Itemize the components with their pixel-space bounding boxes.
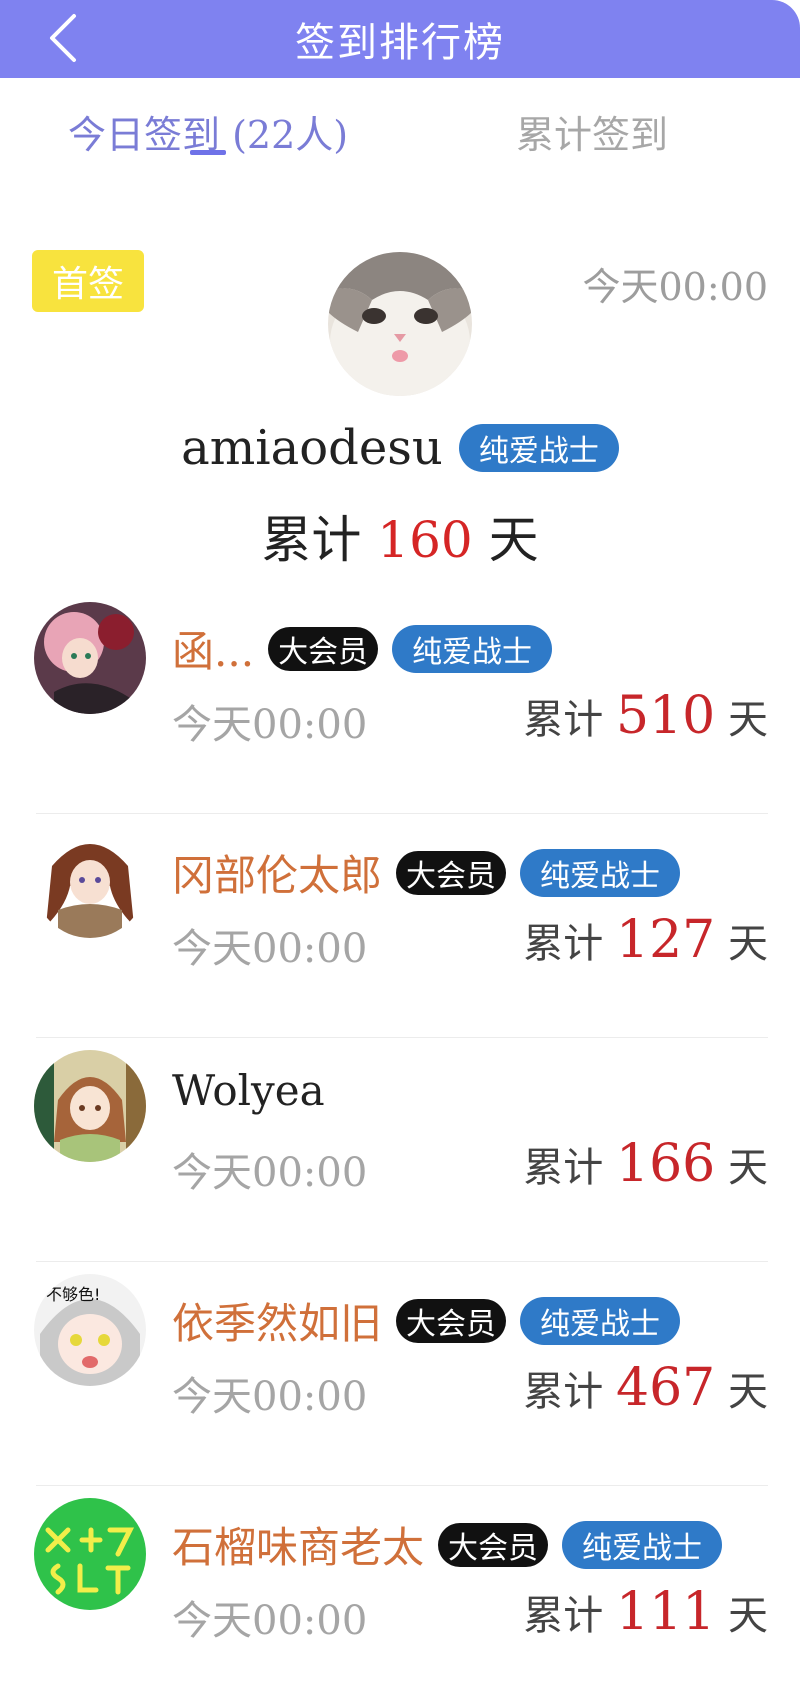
total-suffix: 天 [488,511,539,569]
total-days-value: 160 [377,511,473,569]
list-item[interactable]: 函... 大会员 纯爱战士 今天00:00 累计 510 天 [0,590,800,814]
title-tag: 纯爱战士 [392,624,553,673]
checkin-time: 今天00:00 [172,926,368,972]
avatar[interactable] [34,826,146,938]
anime-avatar-image [34,602,146,714]
list-item[interactable]: 不够色! 依季然如旧 大会员 纯爱战士 今天00:00 累计 467 天 [0,1262,800,1486]
total-suffix: 天 [728,921,768,967]
checkin-time: 今天00:00 [172,1374,368,1420]
total-prefix: 累计 [523,921,604,967]
avatar[interactable] [34,1498,146,1610]
user-name[interactable]: 冈部伦太郎 [172,842,382,903]
total-prefix: 累计 [523,697,604,743]
total-days-value: 111 [616,1582,716,1642]
top-user-name[interactable]: amiaodesu [181,420,443,476]
total-suffix: 天 [728,697,768,743]
total-days: 累计 467 天 [523,1358,768,1418]
checkin-time: 今天00:00 [172,1598,368,1644]
scribble-avatar-image [34,1498,146,1610]
vip-badge: 大会员 [438,1522,549,1567]
cat-avatar-image [328,252,472,396]
total-suffix: 天 [728,1145,768,1191]
title-tag: 纯爱战士 [458,424,619,472]
first-checkin-badge: 首签 [32,250,144,312]
total-days: 累计 510 天 [523,686,768,746]
total-prefix: 累计 [523,1369,604,1415]
vip-badge: 大会员 [396,1298,507,1343]
row-name-line: Wolyea [172,1066,325,1115]
list-item[interactable]: 冈部伦太郎 大会员 纯爱战士 今天00:00 累计 127 天 [0,814,800,1038]
total-days-value: 467 [616,1358,716,1418]
anime-avatar-image [34,826,146,938]
row-name-line: 函... 大会员 纯爱战士 [172,618,553,679]
checkin-time: 今天00:00 [172,702,368,748]
page-title: 签到排行榜 [295,20,505,66]
first-checkin-time: 今天00:00 [582,265,768,309]
vip-badge: 大会员 [268,626,379,671]
avatar[interactable] [34,1050,146,1162]
tab-total-checkin[interactable]: 累计签到 [516,104,668,159]
row-name-line: 石榴味商老太 大会员 纯爱战士 [172,1514,723,1575]
total-prefix: 累计 [523,1593,604,1639]
title-tag: 纯爱战士 [520,848,681,897]
user-name[interactable]: 函... [172,618,254,679]
list-item[interactable]: 石榴味商老太 大会员 纯爱战士 今天00:00 累计 111 天 [0,1486,800,1696]
tab-bar: 今日签到 (22人) 累计签到 [0,78,800,178]
back-arrow-icon[interactable] [44,10,84,66]
avatar[interactable]: 不够色! [34,1274,146,1386]
row-name-line: 冈部伦太郎 大会员 纯爱战士 [172,842,681,903]
total-prefix: 累计 [523,1145,604,1191]
vip-badge: 大会员 [396,850,507,895]
anime-avatar-image: 不够色! [34,1274,146,1386]
total-days-value: 127 [616,910,716,970]
top-user-name-row: amiaodesu 纯爱战士 [0,420,800,476]
total-days-value: 510 [616,686,716,746]
header-bar: 签到排行榜 [0,0,800,78]
total-days: 累计 166 天 [523,1134,768,1194]
avatar[interactable] [328,252,472,396]
checkin-time: 今天00:00 [172,1150,368,1196]
total-days: 累计 127 天 [523,910,768,970]
user-name[interactable]: Wolyea [172,1066,325,1115]
title-tag: 纯爱战士 [520,1296,681,1345]
checkin-list: 函... 大会员 纯爱战士 今天00:00 累计 510 天 冈部伦太郎 大会员 [0,590,800,1696]
active-tab-indicator [190,150,226,155]
user-name[interactable]: 依季然如旧 [172,1290,382,1351]
row-name-line: 依季然如旧 大会员 纯爱战士 [172,1290,681,1351]
avatar[interactable] [34,602,146,714]
total-prefix: 累计 [261,511,362,569]
list-item[interactable]: Wolyea 今天00:00 累计 166 天 [0,1038,800,1262]
user-name[interactable]: 石榴味商老太 [172,1514,424,1575]
total-days-value: 166 [616,1134,716,1194]
total-suffix: 天 [728,1369,768,1415]
anime-avatar-image [34,1050,146,1162]
total-suffix: 天 [728,1593,768,1639]
title-tag: 纯爱战士 [562,1520,723,1569]
avatar-caption-text: 不够色! [46,1285,100,1304]
top-user-total: 累计 160 天 [0,500,800,572]
total-days: 累计 111 天 [523,1582,768,1642]
